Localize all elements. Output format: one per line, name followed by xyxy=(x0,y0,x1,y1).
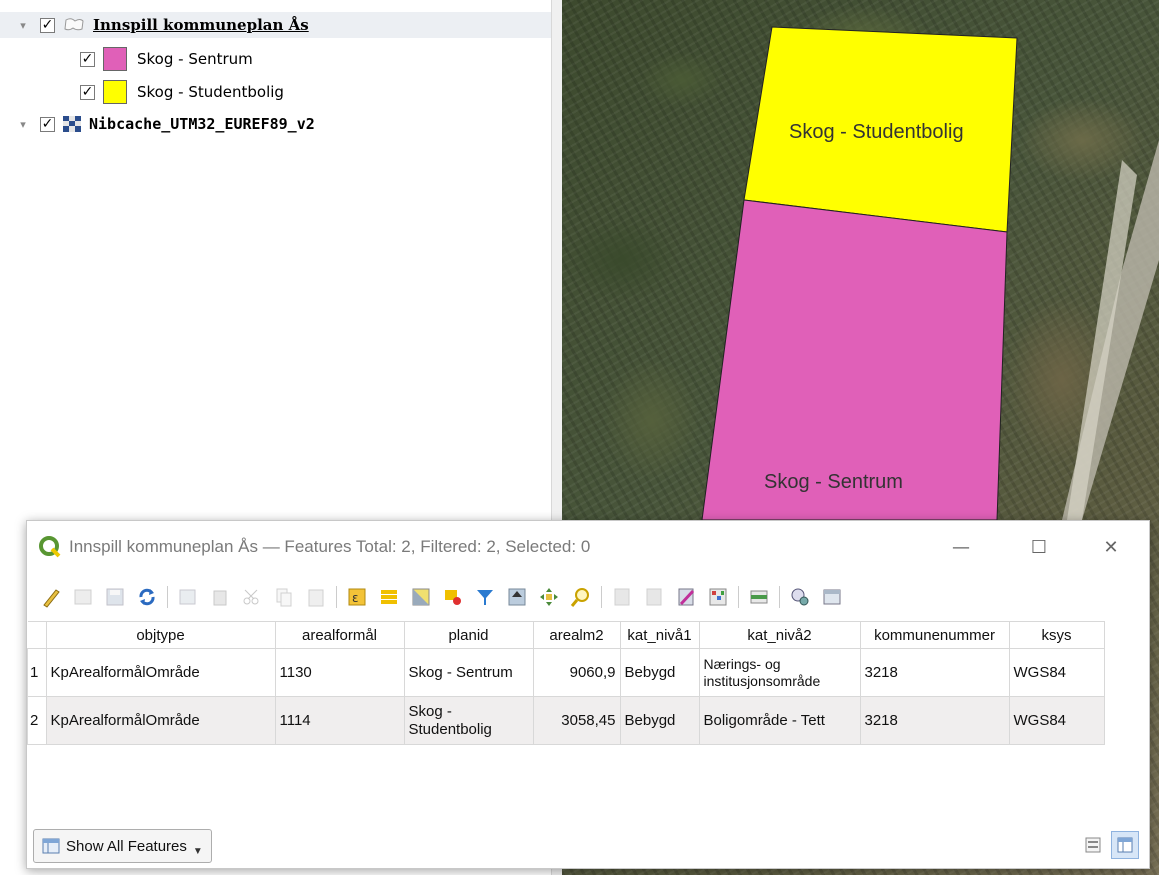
column-header-kat-niva1[interactable]: kat_nivå1 xyxy=(619,621,700,649)
layer-group-checkbox[interactable]: ✓ xyxy=(40,17,55,33)
delete-field-icon[interactable] xyxy=(640,583,668,611)
column-header-planid[interactable]: planid xyxy=(403,621,534,649)
table-row[interactable]: 2 KpArealformålOmråde 1114 Skog - Studen… xyxy=(27,696,1105,745)
select-by-expression-icon[interactable]: ε xyxy=(343,583,371,611)
minimize-button[interactable]: — xyxy=(945,533,977,561)
layer-group-innspill[interactable]: ▾ ✓ Innspill kommuneplan Ås xyxy=(0,12,551,38)
toolbar-separator xyxy=(779,586,780,608)
zoom-to-selection-icon[interactable] xyxy=(567,583,595,611)
conditional-formatting-icon[interactable] xyxy=(704,583,732,611)
cell-kat-niva2[interactable]: Boligområde - Tett xyxy=(698,696,861,745)
column-header-ksys[interactable]: ksys xyxy=(1008,621,1105,649)
column-header-kommunenummer[interactable]: kommunenummer xyxy=(859,621,1010,649)
actions-icon[interactable] xyxy=(786,583,814,611)
toggle-editing-icon[interactable] xyxy=(37,583,65,611)
save-edits-icon[interactable] xyxy=(101,583,129,611)
table-icon xyxy=(42,837,60,855)
cell-arealformal[interactable]: 1130 xyxy=(274,648,405,697)
table-view-button[interactable] xyxy=(1111,831,1139,859)
column-header-kat-niva2[interactable]: kat_nivå2 xyxy=(698,621,861,649)
attribute-table: objtype arealformål planid arealm2 kat_n… xyxy=(27,621,1147,821)
column-header-objtype[interactable]: objtype xyxy=(45,621,276,649)
layer-raster-nibcache[interactable]: ▾ ✓ Nibcache_UTM32_EUREF89_v2 xyxy=(0,111,315,137)
layer-group-name: Innspill kommuneplan Ås xyxy=(93,16,309,34)
add-feature-icon[interactable] xyxy=(174,583,202,611)
maximize-button[interactable]: ☐ xyxy=(1023,533,1055,561)
symbol-swatch-studentbolig xyxy=(103,80,127,104)
pan-to-selection-icon[interactable] xyxy=(535,583,563,611)
raster-layer-icon xyxy=(63,116,81,132)
cell-kat-niva1[interactable]: Bebygd xyxy=(619,696,700,745)
group-icon xyxy=(63,17,85,33)
raster-layer-name: Nibcache_UTM32_EUREF89_v2 xyxy=(89,115,315,133)
show-all-features-button[interactable]: Show All Features ▼ xyxy=(33,829,212,863)
select-all-icon[interactable] xyxy=(375,583,403,611)
layer-checkbox[interactable]: ✓ xyxy=(80,84,95,100)
cell-kat-niva1[interactable]: Bebygd xyxy=(619,648,700,697)
corner-header xyxy=(27,621,47,649)
layer-label: Skog - Studentbolig xyxy=(137,83,284,101)
paste-icon[interactable] xyxy=(302,583,330,611)
layer-item-skog-sentrum[interactable]: ✓ Skog - Sentrum xyxy=(80,46,253,72)
attribute-grid: objtype arealformål planid arealm2 kat_n… xyxy=(27,621,1105,745)
toolbar-separator xyxy=(601,586,602,608)
close-button[interactable]: ✕ xyxy=(1095,533,1127,561)
map-label-sentrum: Skog - Sentrum xyxy=(764,471,903,493)
attribute-toolbar: ε xyxy=(27,577,1149,617)
new-field-icon[interactable] xyxy=(608,583,636,611)
cell-kat-niva2[interactable]: Nærings- og institusjonsområde xyxy=(698,648,861,697)
column-header-arealm2[interactable]: arealm2 xyxy=(532,621,621,649)
column-header-arealformal[interactable]: arealformål xyxy=(274,621,405,649)
toolbar-separator xyxy=(336,586,337,608)
move-selection-top-icon[interactable] xyxy=(503,583,531,611)
chevron-down-icon: ▼ xyxy=(192,845,203,857)
layer-item-skog-studentbolig[interactable]: ✓ Skog - Studentbolig xyxy=(80,79,284,105)
cell-kommunenummer[interactable]: 3218 xyxy=(859,648,1010,697)
form-view-button[interactable] xyxy=(1079,831,1107,859)
window-title: Innspill kommuneplan Ås — Features Total… xyxy=(69,537,591,556)
window-titlebar[interactable]: Innspill kommuneplan Ås — Features Total… xyxy=(27,521,1149,573)
copy-icon[interactable] xyxy=(270,583,298,611)
deselect-icon[interactable] xyxy=(439,583,467,611)
filter-icon[interactable] xyxy=(471,583,499,611)
invert-selection-icon[interactable] xyxy=(407,583,435,611)
svg-text:ε: ε xyxy=(352,591,359,605)
table-view-options-icon[interactable] xyxy=(818,583,846,611)
attribute-footer: Show All Features ▼ xyxy=(27,821,1149,867)
toolbar-separator xyxy=(738,586,739,608)
toolbar-separator xyxy=(167,586,168,608)
show-all-features-label: Show All Features xyxy=(66,837,187,855)
cell-planid[interactable]: Skog - Studentbolig xyxy=(403,696,534,745)
delete-feature-icon[interactable] xyxy=(206,583,234,611)
field-calculator-icon[interactable] xyxy=(672,583,700,611)
table-header-row: objtype arealformål planid arealm2 kat_n… xyxy=(27,621,1105,649)
expand-arrow-icon[interactable]: ▾ xyxy=(18,118,28,131)
row-number[interactable]: 1 xyxy=(27,648,47,697)
cell-arealformal[interactable]: 1114 xyxy=(274,696,405,745)
layer-checkbox[interactable]: ✓ xyxy=(40,116,55,132)
cell-kommunenummer[interactable]: 3218 xyxy=(859,696,1010,745)
cell-arealm2[interactable]: 3058,45 xyxy=(532,696,621,745)
table-row[interactable]: 1 KpArealformålOmråde 1130 Skog - Sentru… xyxy=(27,648,1105,697)
cut-icon[interactable] xyxy=(238,583,266,611)
dock-icon[interactable] xyxy=(745,583,773,611)
qgis-logo-icon xyxy=(39,536,61,558)
cell-arealm2[interactable]: 9060,9 xyxy=(532,648,621,697)
cell-objtype[interactable]: KpArealformålOmråde xyxy=(45,648,276,697)
row-number[interactable]: 2 xyxy=(27,696,47,745)
multi-edit-icon[interactable] xyxy=(69,583,97,611)
cell-ksys[interactable]: WGS84 xyxy=(1008,648,1105,697)
cell-ksys[interactable]: WGS84 xyxy=(1008,696,1105,745)
cell-planid[interactable]: Skog - Sentrum xyxy=(403,648,534,697)
layer-checkbox[interactable]: ✓ xyxy=(80,51,95,67)
cell-objtype[interactable]: KpArealformålOmråde xyxy=(45,696,276,745)
symbol-swatch-sentrum xyxy=(103,47,127,71)
reload-icon[interactable] xyxy=(133,583,161,611)
attribute-table-window: Innspill kommuneplan Ås — Features Total… xyxy=(26,520,1150,869)
map-label-studentbolig: Skog - Studentbolig xyxy=(789,121,964,143)
expand-arrow-icon[interactable]: ▾ xyxy=(18,19,28,32)
layer-label: Skog - Sentrum xyxy=(137,50,253,68)
